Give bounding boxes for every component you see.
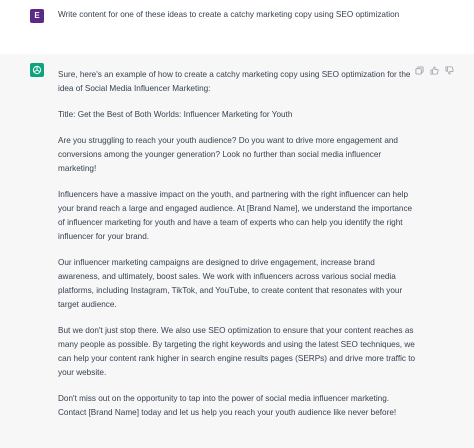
user-avatar: E [30, 9, 44, 23]
paragraph: Are you struggling to reach your youth a… [58, 136, 398, 173]
thumbs-up-icon[interactable] [430, 66, 439, 75]
paragraph: But we don't just stop there. We also us… [58, 326, 416, 377]
copy-icon[interactable] [415, 66, 424, 75]
assistant-message: Sure, here's an example of how to create… [0, 54, 474, 448]
user-message: E Write content for one of these ideas t… [0, 0, 474, 55]
user-message-text: Write content for one of these ideas to … [58, 10, 400, 19]
assistant-message-text: Sure, here's an example of how to create… [58, 68, 418, 432]
openai-logo-icon [32, 65, 42, 75]
message-actions [415, 66, 454, 75]
paragraph: Title: Get the Best of Both Worlds: Infl… [58, 110, 293, 119]
paragraph: Don't miss out on the opportunity to tap… [58, 394, 397, 417]
thumbs-down-icon[interactable] [445, 66, 454, 75]
paragraph: Our influencer marketing campaigns are d… [58, 258, 403, 309]
paragraph: Sure, here's an example of how to create… [58, 70, 411, 93]
paragraph: Influencers have a massive impact on the… [58, 190, 413, 241]
assistant-avatar [30, 63, 44, 77]
